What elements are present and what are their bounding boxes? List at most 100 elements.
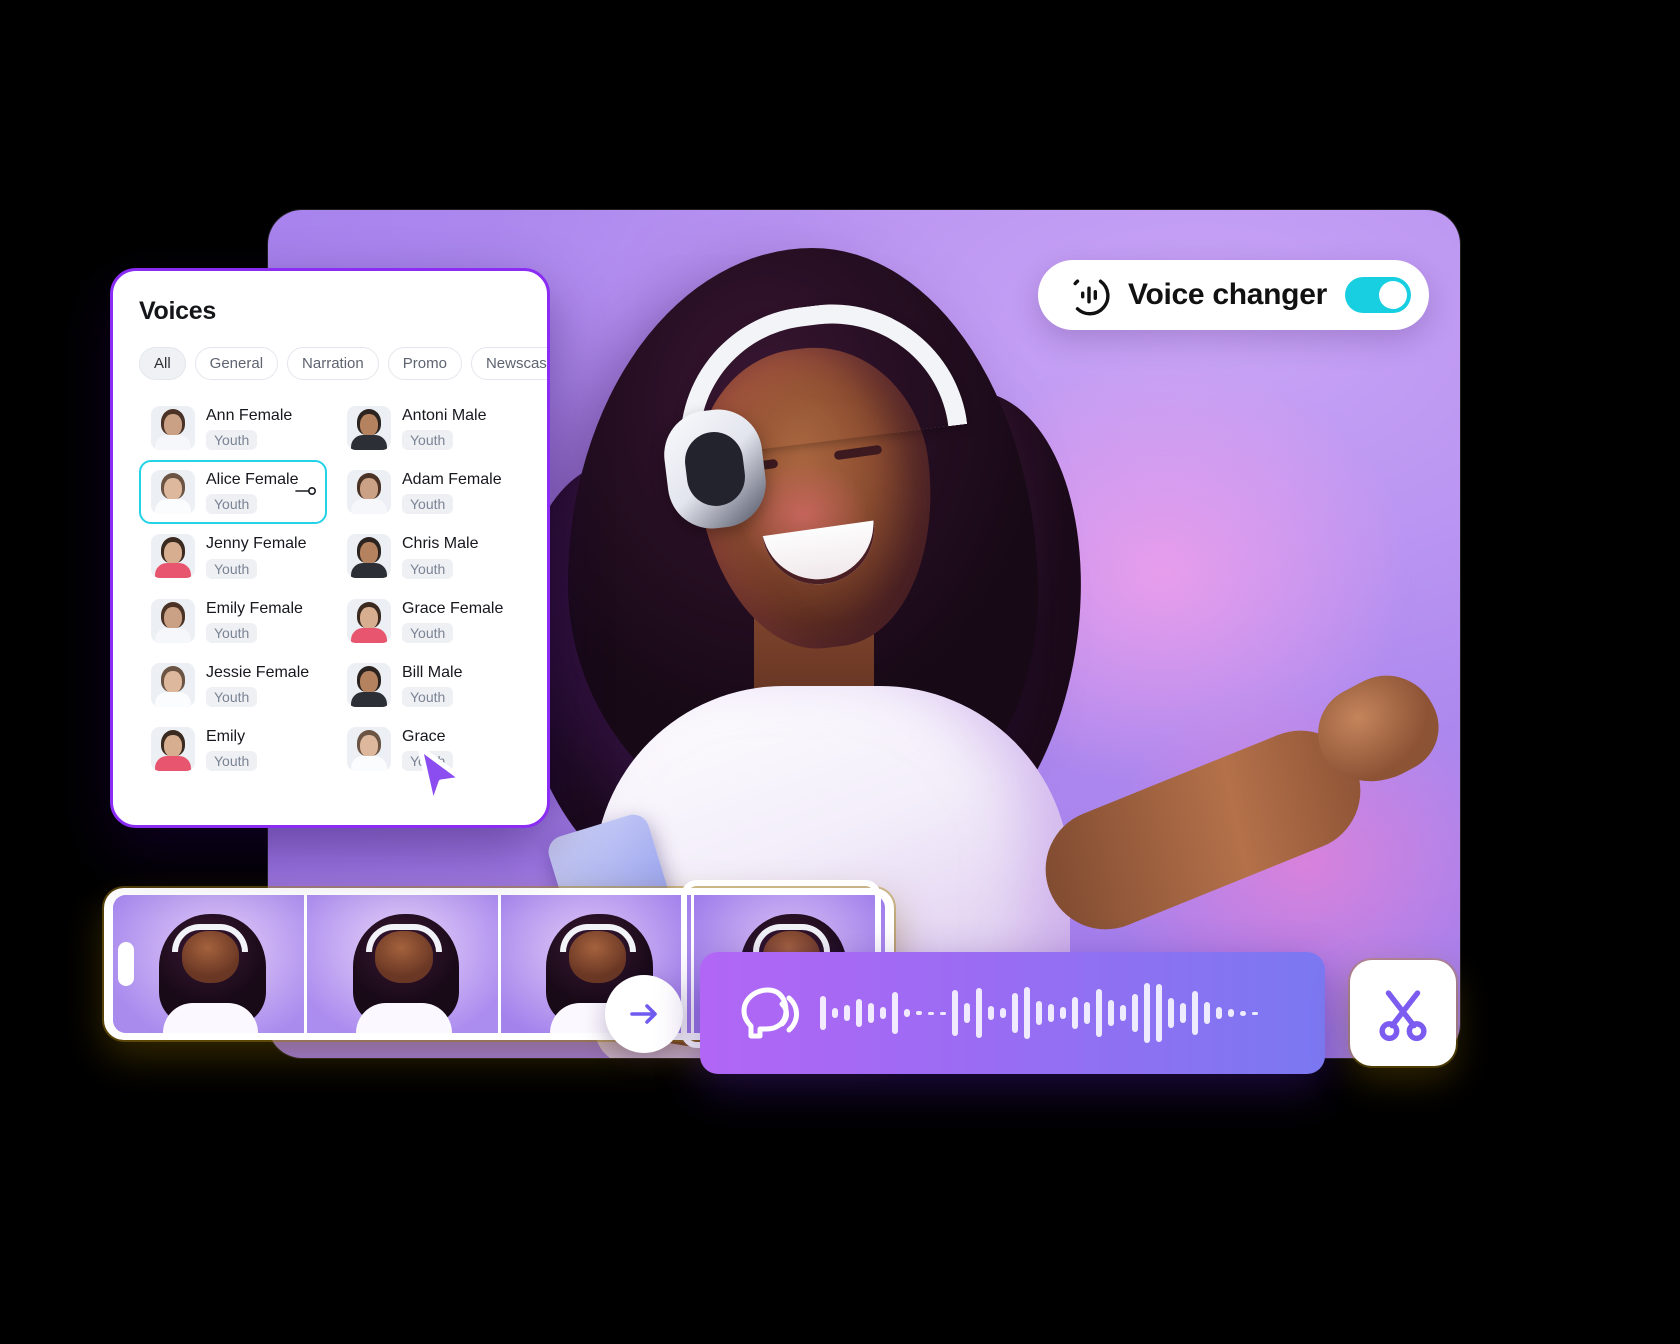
voice-item-name: Adam Female [402,471,502,489]
filmstrip-clip[interactable] [306,895,498,1033]
voice-item-name: Grace Female [402,599,504,617]
trim-handle-icon[interactable] [118,942,134,986]
voice-item-bill-male[interactable]: Bill Male Youth [335,653,523,717]
voice-item-grace-female[interactable]: Grace Female Youth [335,589,523,653]
voice-item-alice-female[interactable]: Alice Female Youth [139,460,327,525]
waveform-bar [1024,987,1030,1039]
voice-item-jessie-female[interactable]: Jessie Female Youth [139,653,327,717]
voice-item-meta: Adam Female Youth [402,470,502,515]
voice-item-meta: Grace Female Youth [402,599,503,643]
voice-item-meta: Ann Female Youth [206,406,293,451]
waveform-bar [1192,991,1198,1035]
voice-item-name: Ann Female [206,407,293,424]
speaking-head-icon [726,976,800,1050]
waveform-bar [1120,1005,1126,1021]
waveform-bar [880,1007,886,1019]
scissors-icon[interactable] [1350,960,1456,1066]
avatar [151,662,195,707]
avatar [151,727,195,772]
voice-item-tag: Youth [206,686,258,707]
waveform-bar [1156,984,1162,1042]
voice-changer-toggle[interactable] [1344,277,1411,313]
waveform-bar [1132,994,1138,1032]
chip-all[interactable]: All [139,346,186,380]
composition-root: Voice changer Voices All General Narrati… [0,0,1680,1344]
play-slider-icon[interactable] [295,483,317,501]
voice-item-tag: Youth [206,622,258,643]
voice-item-adam-female[interactable]: Adam Female Youth [335,460,523,524]
voice-item-tag: Youth [206,751,258,772]
waveform-bar [1048,1004,1054,1022]
voice-item-meta: Alice Female Youth [206,470,299,515]
voice-item-meta: Jessie Female Youth [206,663,309,707]
voice-item-name: Jenny Female [206,535,307,553]
waveform-bar [1204,1002,1210,1024]
voice-item-name: Antoni Male [402,407,487,424]
filmstrip-clip[interactable] [113,895,304,1033]
voice-item-tag: Youth [402,686,454,707]
voice-item-name: Bill Male [402,663,463,681]
voices-list: Ann Female Youth Antoni Male Youth Alice Fem… [139,396,523,781]
waveform-bar [1228,1009,1234,1017]
voice-item-tag: Youth [402,430,454,451]
chip-promo[interactable]: Promo [387,346,462,380]
voice-item-emily-female[interactable]: Emily Female Youth [139,589,327,653]
waveform-bar [1096,989,1102,1037]
arrow-right-icon[interactable] [605,975,683,1053]
waveform-bar [844,1005,850,1021]
voice-item-jenny-female[interactable]: Jenny Female Youth [139,524,327,588]
avatar [347,598,391,643]
waveform-bar [1084,1002,1090,1024]
avatar [151,534,195,579]
waveform-bar [856,999,862,1027]
waveform-bar [988,1006,994,1020]
mouse-pointer-icon [413,745,469,811]
voice-item-tag: Youth [206,430,258,451]
waveform-bar [1180,1003,1186,1023]
chip-general[interactable]: General [194,346,279,380]
waveform-bar [1216,1007,1222,1019]
voice-item-name: Jessie Female [206,663,310,681]
voice-item-tag: Youth [206,494,258,515]
voice-item-meta: Antoni Male Youth [402,406,487,451]
waveform-bar [904,1009,910,1017]
voice-item-chris-male[interactable]: Chris Male Youth [335,524,523,588]
voice-item-name: Alice Female [206,471,299,489]
voice-item-tag: Youth [402,622,454,643]
waveform-bar [1168,998,1174,1028]
waveform-bar [952,990,958,1036]
audio-waveform [820,970,1307,1056]
audio-track-bar[interactable] [700,952,1325,1074]
waveform-bar [976,988,982,1038]
voice-changer-pill[interactable]: Voice changer [1038,260,1429,330]
waveform-bar [1012,993,1018,1033]
voice-changer-label: Voice changer [1128,278,1327,311]
voice-item-tag: Youth [402,558,454,579]
avatar [347,727,391,772]
voice-item-name: Emily Female [206,599,303,617]
avatar [151,470,195,515]
waveform-bar [1240,1010,1246,1016]
waveform-bar [820,996,826,1030]
voice-item-meta: Jenny Female Youth [206,534,307,579]
panel-title: Voices [139,297,216,325]
waveform-bar [1252,1011,1258,1015]
waveform-bar [928,1011,934,1015]
waveform-bar [868,1003,874,1023]
voice-item-tag: Youth [206,558,258,579]
waveform-bar [1000,1008,1006,1018]
chip-newscast[interactable]: Newscast [470,346,547,380]
voice-item-meta: Emily Youth [206,727,258,772]
waveform-bar [964,1003,970,1023]
voices-panel: Voices All General Narration Promo Newsc… [110,268,550,828]
waveform-bar [916,1011,922,1015]
voice-item-meta: Bill Male Youth [402,663,462,707]
chip-narration[interactable]: Narration [287,346,379,380]
waveform-bar [1144,983,1150,1043]
voice-item-ann-female[interactable]: Ann Female Youth [139,396,327,460]
avatar [347,470,391,515]
voice-item-emily[interactable]: Emily Youth [139,717,327,781]
waveform-bar [832,1008,838,1018]
avatar [151,406,195,451]
voice-item-antoni-male[interactable]: Antoni Male Youth [335,396,523,460]
